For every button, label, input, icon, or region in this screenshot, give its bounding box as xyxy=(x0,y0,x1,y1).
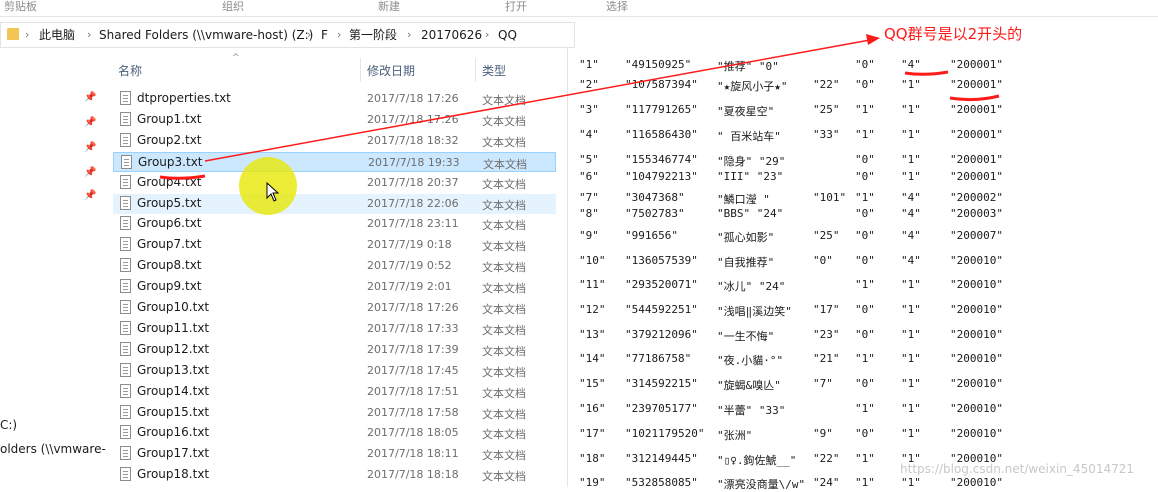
mouse-pointer-icon xyxy=(266,182,280,202)
underline-preview-second-group-mark xyxy=(949,94,1000,102)
annotation-text: QQ群号是以2开头的 xyxy=(884,25,1023,43)
watermark: https://blog.csdn.net/weixin_45014721 xyxy=(900,462,1135,476)
annotation-overlay xyxy=(159,34,1000,180)
annotation-arrow-line xyxy=(204,39,871,162)
underline-preview-first-group-mark xyxy=(904,70,949,76)
annotation-arrow-head xyxy=(866,34,880,45)
underline-group3-mark xyxy=(159,174,206,180)
